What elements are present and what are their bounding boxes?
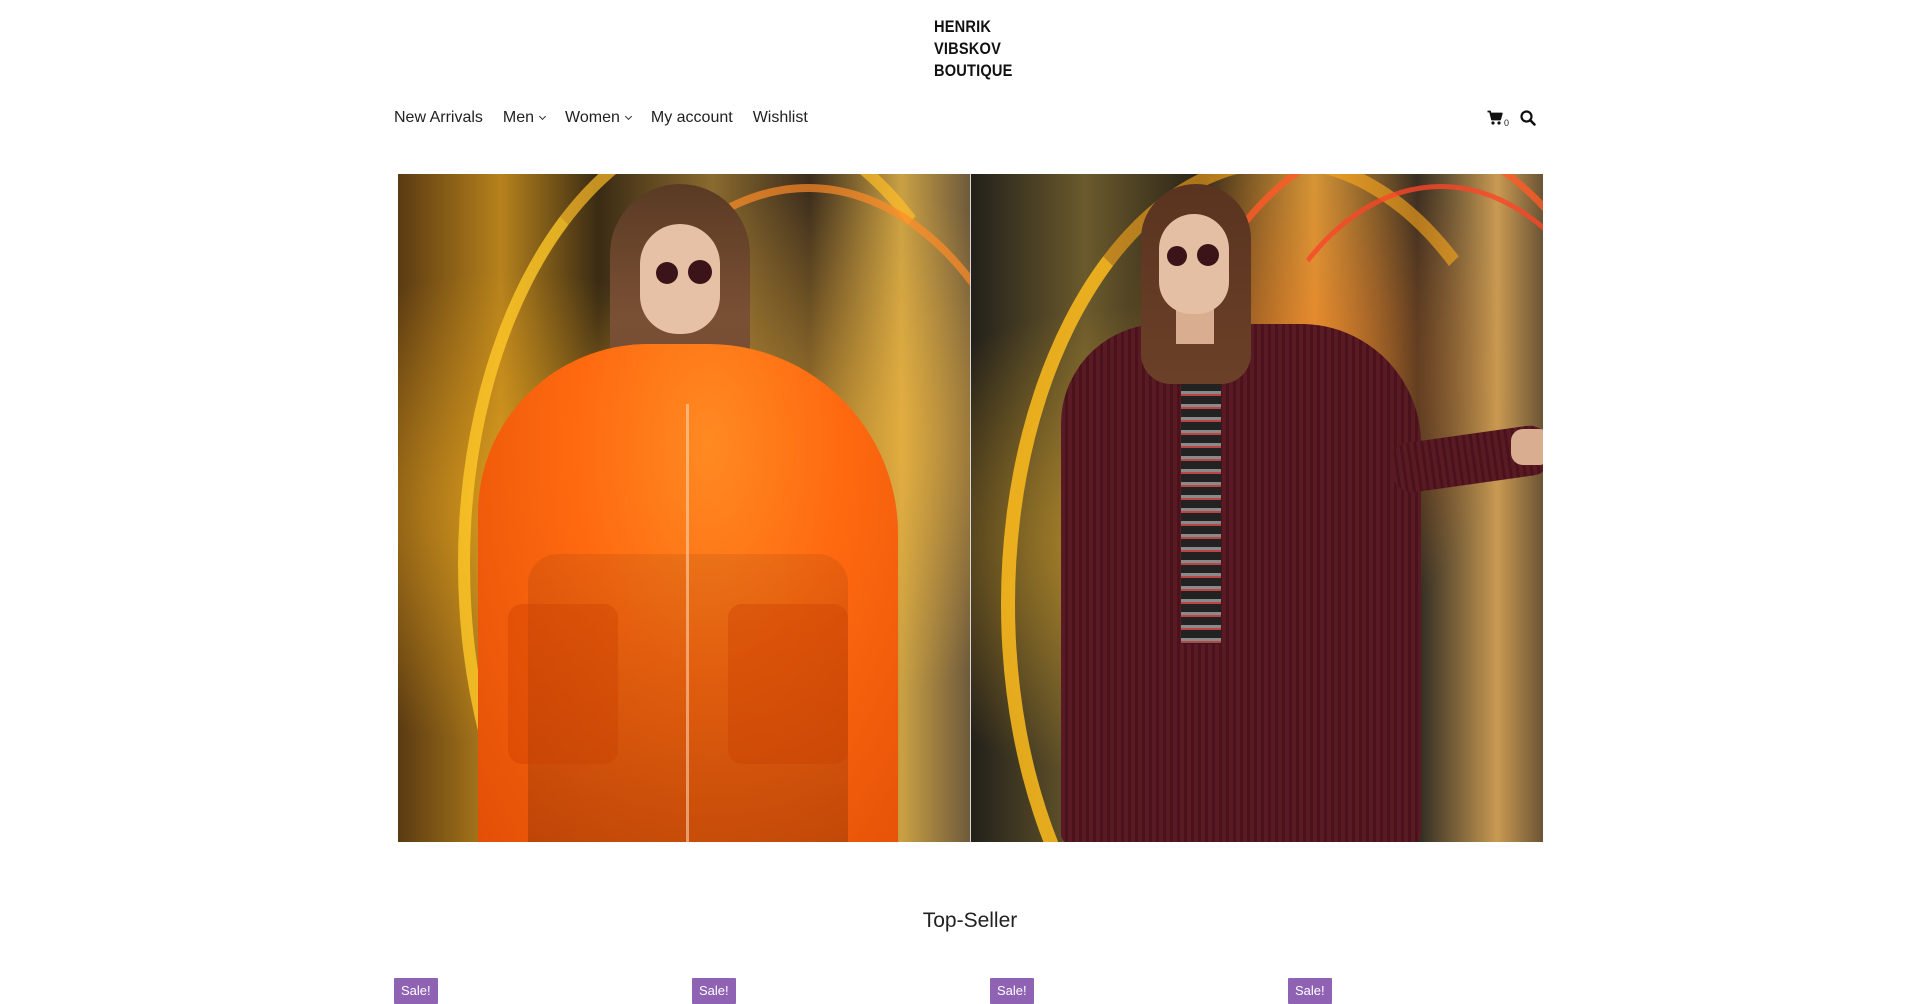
- hero-banner[interactable]: [398, 174, 1543, 842]
- chevron-down-icon: [538, 112, 547, 121]
- brand-logo[interactable]: HENRIK VIBSKOV BOUTIQUE: [934, 16, 1037, 82]
- cart-button[interactable]: 0: [1484, 108, 1510, 128]
- nav-item-label: Women: [565, 109, 620, 126]
- nav-item-label: New Arrivals: [394, 109, 483, 126]
- cart-icon: [1487, 110, 1503, 125]
- logo-line-3: BOUTIQUE: [934, 61, 1013, 80]
- nav-item-wishlist[interactable]: Wishlist: [753, 109, 808, 127]
- search-icon: [1520, 110, 1536, 126]
- logo-line-1: HENRIK: [934, 17, 992, 36]
- flower-eye-right: [1196, 244, 1219, 266]
- nav-item-label: My account: [650, 109, 733, 126]
- sale-badge: Sale!: [394, 978, 438, 1004]
- jacket-zipper: [686, 404, 689, 842]
- nav-item-label: Wishlist: [752, 109, 808, 126]
- model-hand: [1510, 429, 1543, 465]
- striped-tee: [1180, 344, 1221, 644]
- main-navigation: New Arrivals Men Women My account Wishli…: [394, 106, 828, 130]
- flower-eye-left: [1166, 246, 1187, 266]
- jacket-pocket: [508, 604, 618, 764]
- search-button[interactable]: [1519, 109, 1537, 127]
- nav-item-men[interactable]: Men: [502, 109, 547, 127]
- flower-eye-right: [688, 260, 712, 284]
- model-face: [1158, 214, 1229, 314]
- hero-image-left[interactable]: [398, 174, 971, 842]
- nav-item-new-arrivals[interactable]: New Arrivals: [394, 109, 483, 127]
- cart-count-badge: 0: [1504, 118, 1510, 128]
- sale-badge: Sale!: [990, 978, 1034, 1004]
- logo-line-2: VIBSKOV: [934, 39, 1002, 58]
- burgundy-corduroy-overshirt: [1060, 324, 1421, 842]
- header-actions: 0: [1484, 108, 1537, 128]
- nav-item-label: Men: [502, 109, 535, 126]
- flower-eye-left: [656, 262, 678, 284]
- nav-item-women[interactable]: Women: [565, 109, 632, 127]
- sale-badge: Sale!: [1288, 978, 1332, 1004]
- chevron-down-icon: [624, 112, 632, 121]
- hero-image-right[interactable]: [970, 174, 1543, 842]
- section-title-top-seller: Top-Seller: [922, 909, 1018, 932]
- nav-item-my-account[interactable]: My account: [651, 109, 733, 127]
- sale-badge: Sale!: [692, 978, 736, 1004]
- jacket-pocket: [728, 604, 848, 764]
